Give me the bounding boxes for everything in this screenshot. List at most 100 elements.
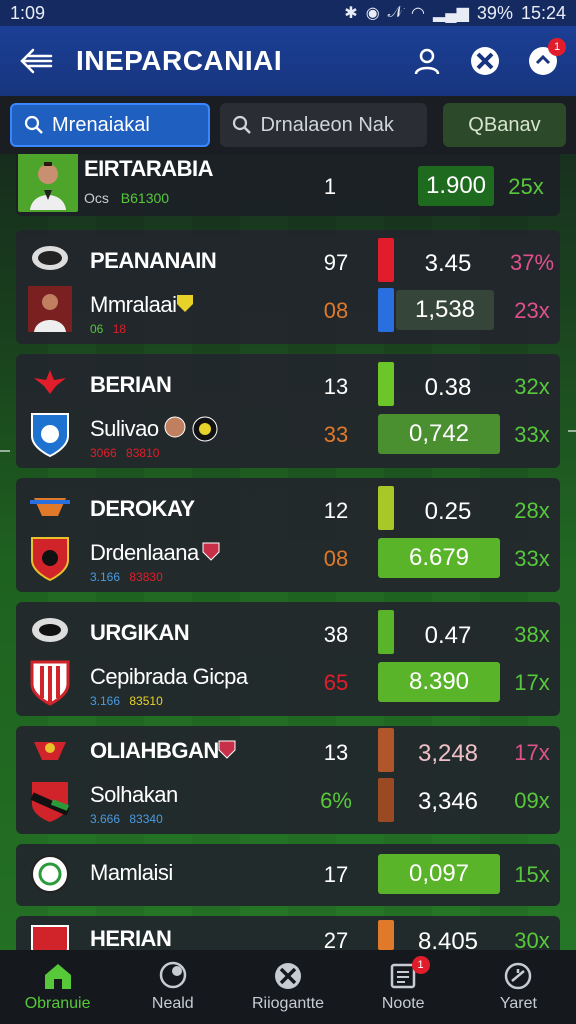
match-number: 08	[323, 546, 349, 571]
match-card[interactable]: Mamlaisi 17 0,097 15x	[16, 844, 560, 906]
odds-value[interactable]: 8.405	[396, 928, 500, 950]
shield-icon	[174, 292, 196, 314]
match-number: 13	[323, 740, 349, 765]
odds-value[interactable]: 0.47	[396, 622, 500, 650]
filter-label: QBanav	[468, 113, 541, 136]
nav-label: Yaret	[499, 995, 537, 1012]
odds-value[interactable]: 0,097	[378, 854, 500, 894]
search-tab-primary[interactable]: Mrenaiakal	[10, 103, 211, 147]
status-clock: 15:24	[520, 2, 566, 23]
wifi-icon: ◠	[411, 5, 425, 22]
odds-percent: 17x	[514, 740, 550, 765]
odds-value[interactable]: 3,346	[396, 788, 500, 816]
odds-value[interactable]: 3.45	[396, 250, 500, 278]
filter-button[interactable]: QBanav	[442, 103, 566, 147]
battery-level: 39%	[476, 2, 513, 23]
team-name: HERIAN	[90, 926, 172, 950]
form-bar	[378, 238, 394, 282]
odds-percent: 30x	[514, 928, 550, 950]
team-name: PEANANAIN	[90, 248, 217, 273]
form-bar	[378, 362, 394, 406]
list-item[interactable]: EIRTARABIA Ocs B61300 1 1.900 25x	[10, 154, 560, 216]
app-header: INEPARCANIAI 1	[0, 26, 576, 96]
team-name: Solhakan	[90, 782, 178, 807]
team-name: EIRTARABIA	[84, 156, 214, 181]
club-logo	[28, 612, 72, 656]
odds-value[interactable]: 6.679	[378, 538, 500, 578]
team-sub-code: 3.166	[90, 694, 121, 708]
nav-notes[interactable]: 1 Noote	[346, 950, 461, 1024]
club-logo	[28, 852, 72, 896]
odds-percent: 15x	[514, 862, 550, 887]
odds-percent: 28x	[514, 498, 550, 523]
team-name: OLIAHBGAN	[90, 738, 219, 763]
club-logo	[28, 240, 72, 284]
odds-value[interactable]: 1,538	[396, 290, 494, 330]
match-card[interactable]: URGIKAN 38 0.47 38x Cepibrada Gicpa 3.16…	[16, 602, 560, 716]
sport-button[interactable]	[468, 44, 502, 78]
match-number: 65	[323, 670, 349, 695]
match-card[interactable]: BERIAN 13 0.38 32x Sulivao 3066 83810 33…	[16, 354, 560, 468]
team-name: Sulivao	[90, 416, 159, 441]
team-sub-stat: 83810	[126, 446, 160, 460]
team-sub-stat: 83510	[129, 694, 163, 708]
team-sub-code: 06	[90, 322, 104, 336]
match-card[interactable]: DEROKAY 12 0.25 28x Drdenlaana 3.166 838…	[16, 478, 560, 592]
odds-percent: 38x	[514, 622, 550, 647]
match-card[interactable]: PEANANAIN 97 3.45 37% Mmralaai 06 18 08 …	[16, 230, 560, 344]
match-number: 12	[323, 498, 349, 523]
match-list: EIRTARABIA Ocs B61300 1 1.900 25x PEANAN…	[10, 154, 566, 950]
nfc-icon: 𝒩	[387, 4, 403, 21]
nav-home[interactable]: Obranuie	[0, 950, 115, 1024]
odds-value[interactable]: 0.25	[396, 498, 500, 526]
settings-icon	[505, 962, 532, 990]
team-sub-stat: 18	[112, 322, 127, 336]
page-title: INEPARCANIAI	[76, 45, 283, 76]
shield-icon	[216, 738, 238, 760]
odds-value[interactable]: 1.900	[418, 166, 494, 206]
team-name: URGIKAN	[90, 620, 190, 645]
match-number: 08	[323, 298, 349, 323]
team-sub-stat: 83340	[129, 812, 163, 826]
nav-label: Riiogantte	[251, 995, 325, 1012]
match-card[interactable]: OLIAHBGAN 13 3,248 17x Solhakan 3.666 83…	[16, 726, 560, 834]
nav-news[interactable]: Neald	[115, 950, 230, 1024]
notification-badge: 1	[548, 38, 566, 56]
notifications-button[interactable]: 1	[526, 38, 566, 78]
player-photo	[18, 154, 78, 212]
search-bar: Mrenaiakal Drnalaeon Nak QBanav	[0, 96, 576, 154]
nav-label: Obranuie	[24, 995, 91, 1012]
match-card[interactable]: HERIAN 27 8.405 30x	[16, 916, 560, 950]
search-icon	[24, 115, 43, 134]
match-number: 6%	[320, 788, 352, 813]
odds-percent: 37%	[510, 250, 555, 275]
status-bar: 1:09 ✱ ◉ 𝒩 ◠ ▂▄▆ 39% 15:24	[0, 0, 576, 26]
odds-value[interactable]: 8.390	[378, 662, 500, 702]
team-sub-code: Ocs	[84, 190, 109, 206]
search-input[interactable]: Drnalaeon Nak	[220, 103, 427, 147]
home-icon	[44, 964, 71, 989]
ball-icon	[471, 47, 499, 75]
odds-value[interactable]: 0.38	[396, 374, 500, 402]
club-logo	[28, 410, 72, 458]
odds-percent: 32x	[514, 374, 550, 399]
odds-value[interactable]: 0,742	[378, 414, 500, 454]
club-logo	[28, 534, 72, 582]
odds-value[interactable]: 3,248	[396, 740, 500, 768]
player-avatar	[164, 416, 186, 438]
club-logo	[28, 732, 72, 776]
status-time: 1:09	[10, 2, 46, 23]
odds-percent: 33x	[514, 422, 550, 447]
odds-percent: 09x	[514, 788, 550, 813]
odds-percent: 23x	[514, 298, 550, 323]
profile-button[interactable]	[410, 44, 444, 78]
field-line	[568, 430, 576, 432]
form-bar	[378, 728, 394, 772]
club-logo	[28, 778, 72, 822]
nav-settings[interactable]: Yaret	[461, 950, 576, 1024]
form-bar	[378, 778, 394, 822]
nav-matches[interactable]: Riiogantte	[230, 950, 345, 1024]
back-button[interactable]	[16, 41, 56, 81]
search-tab-label: Mrenaiakal	[52, 113, 150, 136]
team-name: Cepibrada Gicpa	[90, 664, 248, 689]
